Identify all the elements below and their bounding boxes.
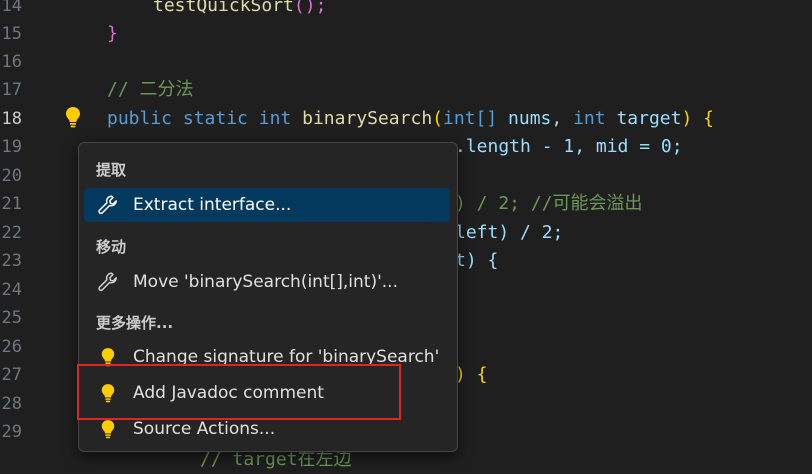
code-token: target — [616, 108, 682, 129]
wrench-icon — [95, 271, 121, 293]
line-number: 17 — [1, 80, 22, 100]
line-number: 28 — [1, 394, 22, 414]
code-token: int[] — [443, 108, 498, 129]
line-number: 19 — [1, 137, 22, 157]
code-token: } — [107, 23, 118, 44]
code-line-27: ) { — [455, 361, 488, 389]
code-token: { — [703, 108, 714, 129]
code-line-14: testQuickSort(); — [153, 0, 326, 20]
menu-item-move[interactable]: Move 'binarySearch(int[],int)'... — [84, 265, 450, 299]
section-title-extract: 提取 — [96, 161, 127, 179]
line-number: 29 — [1, 422, 22, 442]
menu-item-label: Extract interface... — [133, 195, 292, 215]
code-token: .length - 1, mid = 0; — [455, 136, 683, 157]
line-number: 16 — [1, 52, 22, 72]
line-number: 25 — [1, 308, 22, 328]
code-token: binarySearch — [302, 108, 433, 129]
code-line-15: } — [107, 20, 118, 48]
line-number: 23 — [1, 251, 22, 271]
code-line-17: // 二分法 — [107, 76, 194, 104]
line-number-active: 18 — [1, 109, 22, 129]
line-number: 14 — [1, 0, 22, 16]
section-title-move: 移动 — [96, 238, 127, 256]
menu-item-extract-interface[interactable]: Extract interface... — [84, 188, 450, 222]
code-token: int — [573, 108, 606, 129]
code-token: public — [107, 108, 173, 129]
line-number: 15 — [1, 24, 22, 44]
code-line-23: t) { — [455, 247, 498, 275]
line-number: 26 — [1, 337, 22, 357]
menu-item-label: Move 'binarySearch(int[],int)'... — [133, 272, 398, 292]
line-number: 27 — [1, 365, 22, 385]
line-number: 24 — [1, 280, 22, 300]
line-number: 22 — [1, 223, 22, 243]
line-number-gutter: 14 15 16 17 18 19 20 21 22 23 24 25 26 2… — [0, 0, 60, 465]
code-token: ) { — [455, 364, 488, 385]
code-token: left) / 2; — [455, 222, 564, 243]
code-line-21: ) / 2; //可能会溢出 — [455, 190, 643, 218]
code-token: ) / 2; //可能会溢出 — [455, 193, 643, 214]
code-line-18: public static int binarySearch(int[] num… — [107, 108, 714, 129]
code-line-22: left) / 2; — [455, 219, 563, 247]
annotation-highlight-box — [77, 364, 401, 420]
lightbulb-icon — [95, 418, 121, 440]
code-comment: // 二分法 — [107, 79, 194, 100]
code-token: t) { — [455, 250, 499, 271]
line-number: 21 — [1, 194, 22, 214]
line-number: 20 — [1, 166, 22, 186]
wrench-icon — [95, 194, 121, 216]
code-token: nums — [508, 108, 552, 129]
code-token: testQuickSort — [153, 0, 294, 16]
code-token: (); — [293, 0, 327, 16]
lightbulb-icon[interactable] — [64, 106, 82, 128]
menu-item-label: Source Actions... — [133, 419, 276, 439]
code-token: int — [258, 108, 292, 129]
code-line-19: .length - 1, mid = 0; — [455, 133, 683, 161]
code-comment: // target在左边 — [200, 449, 352, 470]
section-title-more-actions: 更多操作... — [96, 314, 174, 332]
code-token: static — [182, 108, 248, 129]
